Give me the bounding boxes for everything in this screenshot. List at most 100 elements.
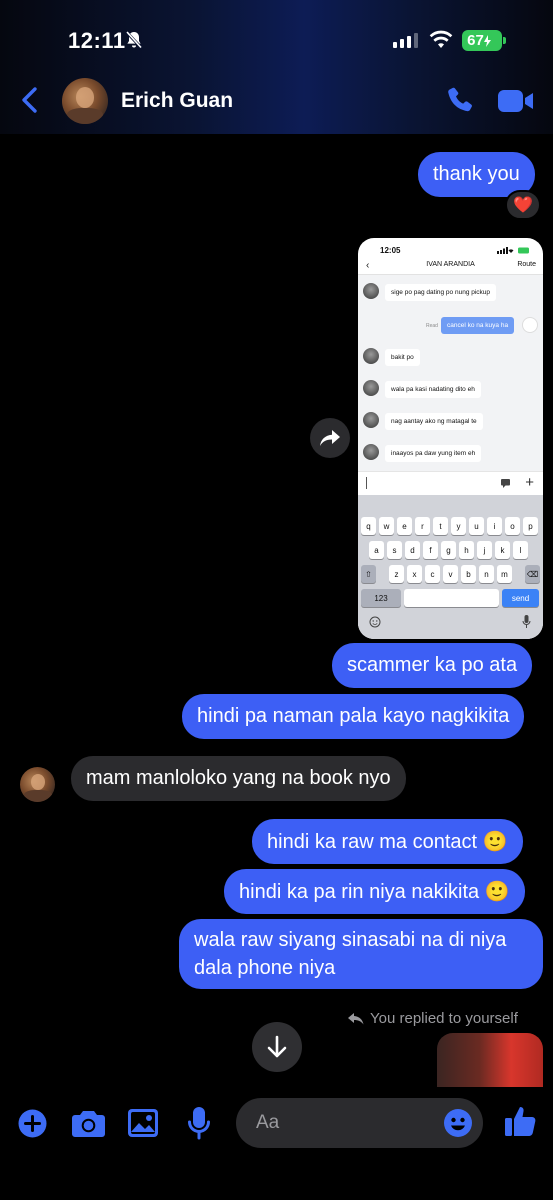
message-bubble-outgoing[interactable]: hindi pa naman pala kayo nagkikita bbox=[182, 694, 525, 739]
message-text: mam manloloko yang na book nyo bbox=[86, 767, 391, 789]
attachment-driver-avatar bbox=[363, 412, 379, 428]
space-key bbox=[404, 589, 499, 607]
attachment-driver-avatar bbox=[363, 380, 379, 396]
keyboard-row: ⇧ z x c v b n m ⌫ bbox=[361, 565, 540, 583]
attachment-input-bar: + bbox=[358, 471, 543, 495]
replied-note: You replied to yourself bbox=[348, 1010, 518, 1027]
message-input-placeholder: Aa bbox=[256, 1112, 280, 1133]
message-text: hindi ka pa rin niya nakikita 🙂 bbox=[239, 881, 510, 903]
keyboard-key: p bbox=[523, 517, 538, 535]
reply-image-preview[interactable] bbox=[437, 1033, 543, 1087]
keyboard-key: j bbox=[477, 541, 492, 559]
attachment-status-time: 12:05 bbox=[380, 246, 401, 255]
message-bubble-incoming[interactable]: mam manloloko yang na book nyo bbox=[71, 756, 406, 801]
attachment-keyboard: qwertyuiop asdfghjkl ⇧ z x c v b n m ⌫ 123 send bbox=[358, 495, 543, 639]
attachment-chat-title: IVAN ARANDIA bbox=[426, 261, 475, 268]
phone-call-icon[interactable] bbox=[444, 85, 476, 117]
message-text: hindi ka raw ma contact 🙂 bbox=[267, 831, 508, 853]
keyboard-key: t bbox=[433, 517, 448, 535]
keyboard-key: x bbox=[407, 565, 422, 583]
keyboard-key: c bbox=[425, 565, 440, 583]
camera-icon[interactable] bbox=[72, 1110, 105, 1137]
message-text: wala raw siyang sinasabi na di niya dala… bbox=[194, 929, 507, 979]
keyboard-key: n bbox=[479, 565, 494, 583]
keyboard-bottom-bar bbox=[358, 610, 543, 639]
battery-level: 67 bbox=[467, 32, 484, 49]
keyboard-mic-icon bbox=[522, 615, 531, 628]
attachment-message-outgoing: cancel ko na kuya ha bbox=[441, 317, 515, 334]
wifi-icon bbox=[429, 30, 453, 48]
signal-icon bbox=[393, 32, 418, 48]
keyboard-row: 123 send bbox=[361, 589, 539, 607]
keyboard-key: m bbox=[497, 565, 512, 583]
contact-avatar[interactable] bbox=[62, 78, 108, 124]
keyboard-key: v bbox=[443, 565, 458, 583]
attachment-driver-avatar bbox=[363, 283, 379, 299]
keyboard-key: r bbox=[415, 517, 430, 535]
top-bar: 12:11 67 Erich Guan bbox=[0, 0, 553, 134]
attachment-driver-avatar bbox=[363, 444, 379, 460]
attachment-message: sige po pag dating po nung pickup bbox=[385, 284, 497, 301]
scroll-to-bottom-button[interactable] bbox=[252, 1022, 302, 1072]
keyboard-key: o bbox=[505, 517, 520, 535]
keyboard-key: z bbox=[389, 565, 404, 583]
keyboard-key: e bbox=[397, 517, 412, 535]
plus-circle-icon[interactable] bbox=[18, 1109, 47, 1138]
attachment-read-label: Read bbox=[426, 323, 438, 329]
attachment-status-icons bbox=[497, 247, 529, 254]
attachment-message: wala pa kasi nadating dito eh bbox=[385, 381, 481, 398]
back-chevron-icon[interactable] bbox=[18, 86, 42, 114]
status-time: 12:11 bbox=[68, 28, 126, 53]
share-button[interactable] bbox=[310, 418, 350, 458]
attachment-plus-icon: + bbox=[525, 474, 534, 491]
keyboard-key: q bbox=[361, 517, 376, 535]
message-bubble-outgoing[interactable]: hindi ka raw ma contact 🙂 bbox=[252, 819, 523, 864]
heart-reaction: ❤️ bbox=[513, 197, 533, 214]
battery-indicator: 67 bbox=[462, 30, 506, 51]
attachment-text-cursor bbox=[366, 477, 367, 489]
contact-name[interactable]: Erich Guan bbox=[121, 89, 233, 113]
keyboard-key: y bbox=[451, 517, 466, 535]
reply-arrow-icon bbox=[348, 1012, 364, 1024]
video-call-icon[interactable] bbox=[497, 88, 535, 114]
thumbs-up-icon[interactable] bbox=[505, 1105, 536, 1137]
keyboard-key: i bbox=[487, 517, 502, 535]
attachment-message: bakit po bbox=[385, 349, 420, 366]
reaction-badge[interactable]: ❤️ bbox=[505, 190, 541, 220]
keyboard-emoji-icon bbox=[369, 616, 381, 628]
keyboard-key: k bbox=[495, 541, 510, 559]
sender-avatar[interactable] bbox=[20, 767, 55, 802]
backspace-key: ⌫ bbox=[525, 565, 540, 583]
replied-note-text: You replied to yourself bbox=[370, 1010, 518, 1027]
attachment-chat-icon bbox=[501, 479, 510, 488]
keyboard-key: u bbox=[469, 517, 484, 535]
message-bubble-outgoing[interactable]: scammer ka po ata bbox=[332, 643, 533, 688]
gallery-image-icon[interactable] bbox=[128, 1109, 158, 1137]
message-input[interactable]: Aa bbox=[236, 1098, 483, 1148]
bell-slash-icon bbox=[125, 30, 143, 50]
keyboard-key: w bbox=[379, 517, 394, 535]
message-text: scammer ka po ata bbox=[347, 654, 518, 676]
send-key: send bbox=[502, 589, 539, 607]
keyboard-key: a bbox=[369, 541, 384, 559]
attachment-message: nag aantay ako ng matagal te bbox=[385, 413, 483, 430]
attachment-route-link: Route bbox=[517, 261, 536, 268]
keyboard-key: l bbox=[513, 541, 528, 559]
image-attachment[interactable]: 12:05 ‹ IVAN ARANDIA Route sige po pag d… bbox=[358, 238, 543, 639]
keyboard-key: g bbox=[441, 541, 456, 559]
message-text: hindi pa naman pala kayo nagkikita bbox=[197, 705, 510, 727]
message-bubble-outgoing[interactable]: hindi ka pa rin niya nakikita 🙂 bbox=[224, 869, 525, 914]
message-bubble-outgoing[interactable]: wala raw siyang sinasabi na di niya dala… bbox=[179, 919, 543, 989]
emoji-icon[interactable] bbox=[443, 1108, 473, 1138]
keyboard-key: b bbox=[461, 565, 476, 583]
message-text: thank you bbox=[433, 163, 520, 185]
microphone-icon[interactable] bbox=[188, 1107, 210, 1140]
keyboard-key: f bbox=[423, 541, 438, 559]
keyboard-key: h bbox=[459, 541, 474, 559]
arrow-down-icon bbox=[267, 1035, 287, 1058]
message-composer: Aa bbox=[0, 1090, 553, 1200]
keyboard-key: s bbox=[387, 541, 402, 559]
attachment-driver-avatar bbox=[363, 348, 379, 364]
share-arrow-icon bbox=[320, 430, 340, 446]
shift-key: ⇧ bbox=[361, 565, 376, 583]
